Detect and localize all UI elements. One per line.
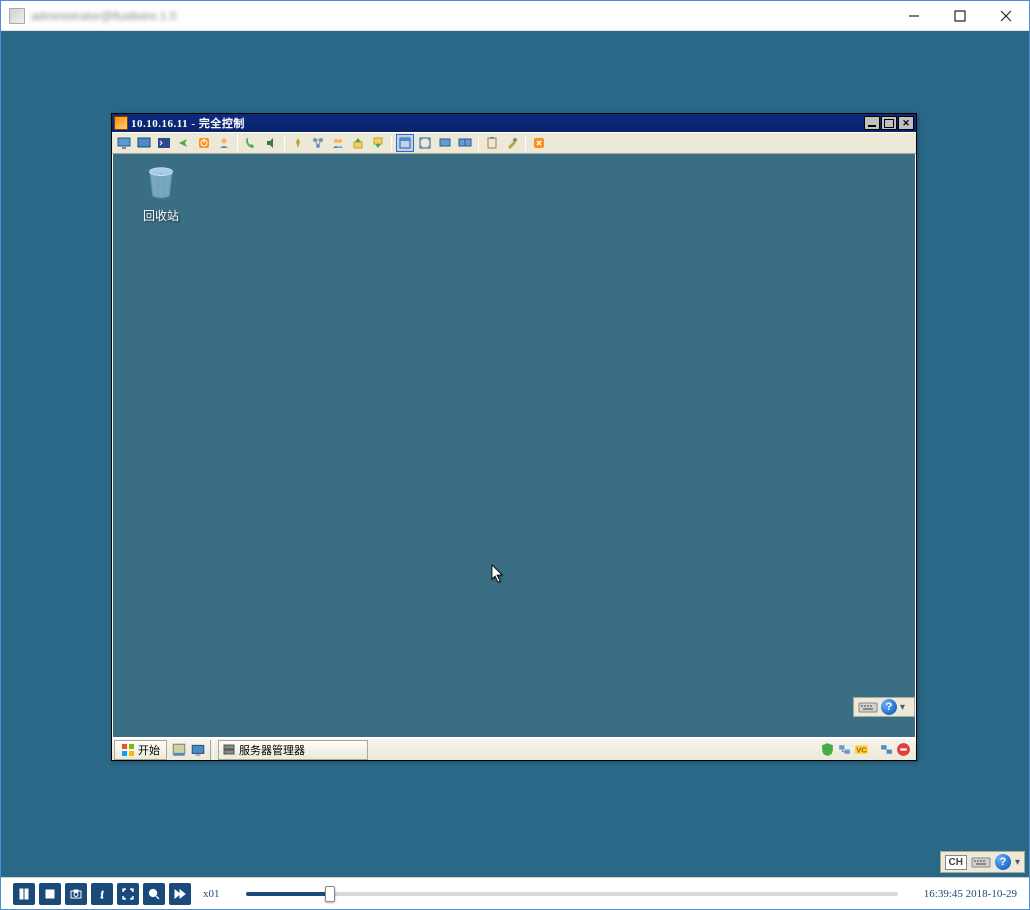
- screen-icon[interactable]: [135, 134, 153, 152]
- explorer-icon[interactable]: [190, 742, 206, 758]
- monitor-icon[interactable]: [115, 134, 133, 152]
- toolbar-separator: [525, 135, 526, 151]
- remote-taskbar: 开始 服务器管理器 VC: [112, 738, 916, 760]
- cursor-icon: [491, 564, 505, 587]
- quick-launch: [171, 742, 206, 758]
- minimize-button[interactable]: [891, 1, 937, 30]
- fullscreen-button[interactable]: [117, 883, 139, 905]
- start-button[interactable]: 开始: [114, 740, 167, 760]
- toolbar-separator: [391, 135, 392, 151]
- audio-icon[interactable]: [262, 134, 280, 152]
- toolbar-separator: [478, 135, 479, 151]
- show-desktop-icon[interactable]: [171, 742, 187, 758]
- remote-status-strip: ? ▾: [853, 697, 915, 717]
- remote-toolbar: [112, 132, 916, 154]
- remote-ip: 10.10.16.11: [131, 118, 188, 130]
- dropdown-arrow-icon[interactable]: ▾: [1015, 857, 1020, 868]
- user-icon[interactable]: [215, 134, 233, 152]
- snapshot-button[interactable]: [65, 883, 87, 905]
- windows-logo-icon: [121, 743, 135, 757]
- keyboard-icon[interactable]: [858, 700, 878, 714]
- users-icon[interactable]: [329, 134, 347, 152]
- remote-desktop[interactable]: 回收站 ? ▾: [112, 154, 916, 738]
- keyboard-icon[interactable]: [971, 855, 991, 869]
- playback-bar: i x01 16:39:45 2018-10-29: [1, 877, 1029, 909]
- clipboard-icon[interactable]: [483, 134, 501, 152]
- window-mode-icon[interactable]: [396, 134, 414, 152]
- window-controls: [891, 1, 1029, 30]
- stop-button[interactable]: [39, 883, 61, 905]
- taskbar-item-server-manager[interactable]: 服务器管理器: [218, 740, 368, 760]
- playback-timestamp: 16:39:45 2018-10-29: [924, 888, 1017, 900]
- remote-titlebar[interactable]: 10.10.16.11 - 完全控制: [112, 114, 916, 132]
- playback-date: 2018-10-29: [966, 888, 1017, 900]
- remote-title: 10.10.16.11 - 完全控制: [131, 115, 864, 131]
- tray-connection-icon[interactable]: [879, 742, 894, 757]
- pin-icon[interactable]: [289, 134, 307, 152]
- svg-text:i: i: [100, 889, 103, 900]
- tray-network-icon[interactable]: [837, 742, 852, 757]
- system-tray: VC: [817, 740, 914, 760]
- toolbar-separator: [284, 135, 285, 151]
- display1-icon[interactable]: [436, 134, 454, 152]
- playback-time: 16:39:45: [924, 888, 963, 900]
- host-titlebar: administrator@fluidwire.1.0: [1, 1, 1029, 31]
- upload-icon[interactable]: [349, 134, 367, 152]
- start-label: 开始: [138, 742, 160, 758]
- tray-stop-icon[interactable]: [896, 742, 911, 757]
- outer-status-strip: CH ? ▾: [940, 851, 1025, 873]
- recycle-bin[interactable]: 回收站: [131, 164, 191, 224]
- power-icon[interactable]: [195, 134, 213, 152]
- help-icon[interactable]: ?: [995, 854, 1011, 870]
- host-window: administrator@fluidwire.1.0 10.10.16.11 …: [0, 0, 1030, 910]
- remote-app-icon: [114, 116, 128, 130]
- taskbar-separator: [210, 740, 214, 760]
- dropdown-arrow-icon[interactable]: ▾: [900, 702, 910, 713]
- server-manager-icon: [222, 743, 236, 757]
- language-indicator[interactable]: CH: [945, 855, 967, 870]
- download-icon[interactable]: [369, 134, 387, 152]
- send-icon[interactable]: [175, 134, 193, 152]
- terminal-icon[interactable]: [155, 134, 173, 152]
- playback-speed: x01: [203, 888, 220, 900]
- remote-control-window: 10.10.16.11 - 完全控制: [111, 113, 917, 761]
- remote-window-controls: [864, 116, 914, 130]
- toolbar-separator: [237, 135, 238, 151]
- display2-icon[interactable]: [456, 134, 474, 152]
- progress-thumb[interactable]: [325, 886, 335, 902]
- remote-minimize-button[interactable]: [864, 116, 880, 130]
- tray-security-icon[interactable]: [820, 742, 835, 757]
- tools-icon[interactable]: [503, 134, 521, 152]
- info-button[interactable]: i: [91, 883, 113, 905]
- remote-mode: 完全控制: [199, 118, 245, 130]
- app-icon: [9, 8, 25, 24]
- progress-fill: [246, 892, 331, 896]
- pause-button[interactable]: [13, 883, 35, 905]
- remote-maximize-button[interactable]: [881, 116, 897, 130]
- host-client-area: 10.10.16.11 - 完全控制: [1, 31, 1029, 877]
- help-icon[interactable]: ?: [881, 699, 897, 715]
- remote-close-button[interactable]: [898, 116, 914, 130]
- progress-slider[interactable]: [246, 892, 898, 896]
- taskbar-item-label: 服务器管理器: [239, 742, 305, 758]
- close-button[interactable]: [983, 1, 1029, 30]
- fit-icon[interactable]: [416, 134, 434, 152]
- maximize-button[interactable]: [937, 1, 983, 30]
- network-icon[interactable]: [309, 134, 327, 152]
- close-session-icon[interactable]: [530, 134, 548, 152]
- svg-text:VC: VC: [856, 746, 867, 755]
- fast-forward-button[interactable]: [169, 883, 191, 905]
- recycle-bin-label: 回收站: [131, 207, 191, 224]
- host-title: administrator@fluidwire.1.0: [31, 9, 891, 23]
- phone-icon[interactable]: [242, 134, 260, 152]
- recycle-bin-icon: [142, 164, 180, 202]
- zoom-button[interactable]: [143, 883, 165, 905]
- tray-vc-icon[interactable]: VC: [854, 742, 869, 757]
